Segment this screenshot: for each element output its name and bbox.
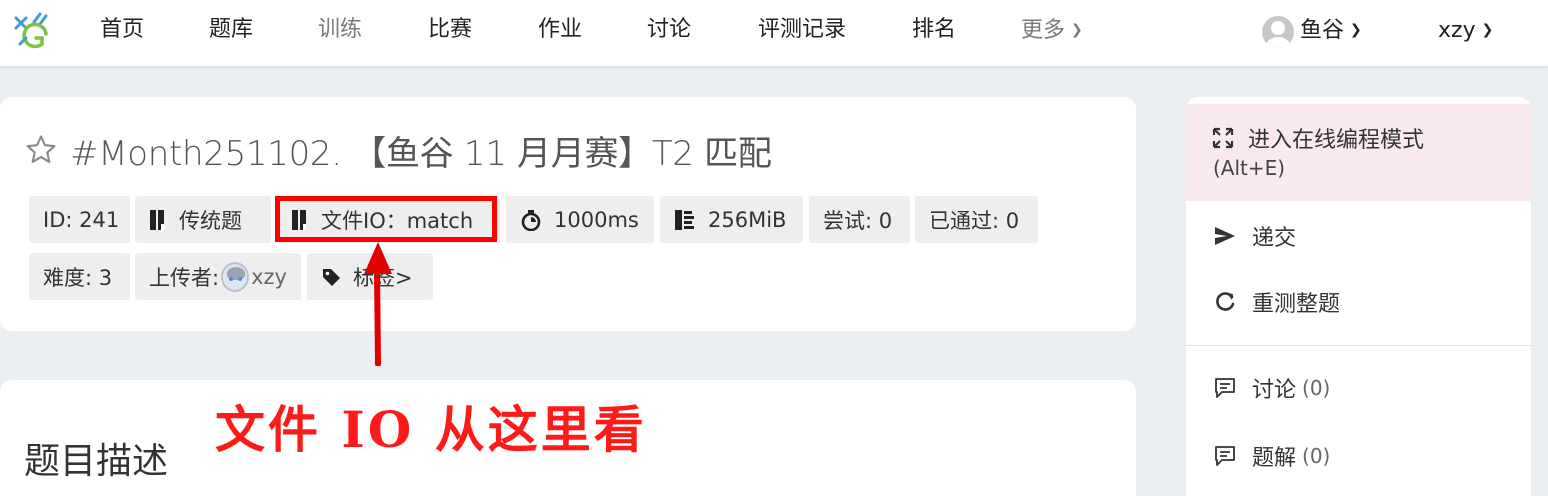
nav-ranking[interactable]: 排名 bbox=[912, 16, 956, 44]
tag-time-limit-text: 1000ms bbox=[554, 207, 639, 232]
sidebar-solution[interactable]: 题解 (0) bbox=[1186, 440, 1531, 472]
comment-icon bbox=[1212, 445, 1238, 467]
tag-accepted: 已通过: 0 bbox=[915, 196, 1038, 243]
expand-icon bbox=[1212, 127, 1234, 149]
tag-tried-text: 尝试: 0 bbox=[823, 208, 893, 233]
nav-discussion[interactable]: 讨论 bbox=[647, 16, 691, 44]
arrow-up-icon bbox=[364, 242, 392, 366]
sidebar-discussion[interactable]: 讨论 (0) bbox=[1186, 372, 1531, 404]
nav-training[interactable]: 训练 bbox=[318, 16, 362, 44]
tag-problem-type-text: 传统题 bbox=[179, 208, 242, 233]
sidebar-discussion-count: (0) bbox=[1302, 376, 1331, 400]
tag-uploader[interactable]: 上传者: xzy bbox=[135, 253, 301, 300]
nav-home[interactable]: 首页 bbox=[100, 16, 144, 44]
tag-difficulty-text: 难度: 3 bbox=[43, 265, 113, 290]
tag-uploader-name: xzy bbox=[251, 264, 287, 289]
sidebar-solution-label: 题解 bbox=[1252, 446, 1297, 471]
refresh-icon bbox=[1212, 291, 1238, 313]
tag-problem-id: ID: 241 bbox=[29, 196, 130, 243]
tag-tried: 尝试: 0 bbox=[809, 196, 910, 243]
stopwatch-icon bbox=[520, 209, 542, 231]
nav-problem-set[interactable]: 题库 bbox=[209, 16, 253, 44]
tag-memory-limit-text: 256MiB bbox=[708, 207, 787, 232]
sidebar-discussion-label: 讨论 bbox=[1252, 378, 1297, 403]
username-label: xzy bbox=[1438, 18, 1476, 43]
tag-difficulty: 难度: 3 bbox=[29, 253, 130, 300]
memory-icon bbox=[674, 209, 696, 231]
domain-switcher-dropdown[interactable]: 鱼谷 ❯ bbox=[1300, 16, 1362, 45]
tag-problem-type[interactable]: 传统题 bbox=[135, 196, 271, 243]
send-icon bbox=[1212, 226, 1238, 246]
chevron-down-icon: ❯ bbox=[1481, 22, 1494, 38]
comment-icon bbox=[1212, 377, 1238, 399]
section-title-description: 题目描述 bbox=[24, 441, 169, 482]
problem-title: #Month251102. 【鱼谷 11 月月赛】T2 匹配 bbox=[70, 133, 772, 174]
user-menu-dropdown[interactable]: xzy ❯ bbox=[1438, 16, 1493, 45]
sidebar-online-mode-shortcut: (Alt+E) bbox=[1213, 156, 1286, 180]
tag-memory-limit: 256MiB bbox=[660, 196, 803, 243]
nav-records[interactable]: 评测记录 bbox=[758, 16, 846, 44]
uploader-avatar bbox=[221, 261, 250, 292]
highlight-box bbox=[275, 196, 497, 242]
annotation-text: 文件 IO 从这里看 bbox=[215, 400, 647, 459]
sidebar-submit-label: 递交 bbox=[1252, 226, 1297, 251]
site-logo-icon[interactable] bbox=[12, 8, 56, 52]
tag-accepted-text: 已通过: 0 bbox=[929, 208, 1020, 233]
tag-time-limit: 1000ms bbox=[506, 196, 654, 243]
sidebar-submit[interactable]: 递交 bbox=[1186, 220, 1531, 252]
tag-uploader-prefix: 上传者: bbox=[149, 265, 220, 290]
top-navigation-bar: 首页 题库 训练 比赛 作业 讨论 评测记录 排名 更多 ❯ 鱼谷 ❯ xzy ❯ bbox=[0, 0, 1548, 66]
tag-problem-id-text: ID: 241 bbox=[43, 207, 120, 232]
sidebar-online-mode[interactable]: 进入在线编程模式 (Alt+E) bbox=[1186, 122, 1531, 180]
sidebar-divider bbox=[1186, 345, 1531, 346]
book-icon bbox=[149, 209, 167, 231]
sidebar-online-mode-label: 进入在线编程模式 bbox=[1248, 128, 1425, 153]
domain-label: 鱼谷 bbox=[1300, 18, 1345, 43]
chevron-down-icon: ❯ bbox=[1071, 22, 1083, 38]
sidebar-solution-count: (0) bbox=[1302, 444, 1331, 468]
nav-homework[interactable]: 作业 bbox=[538, 16, 582, 44]
sidebar-rejudge[interactable]: 重测整题 bbox=[1186, 286, 1531, 318]
nav-more-dropdown[interactable]: 更多 ❯ bbox=[1021, 16, 1083, 45]
nav-more-label: 更多 bbox=[1021, 18, 1066, 43]
chevron-down-icon: ❯ bbox=[1350, 22, 1362, 38]
star-icon[interactable] bbox=[24, 133, 58, 167]
problem-title-row: #Month251102. 【鱼谷 11 月月赛】T2 匹配 bbox=[24, 128, 772, 174]
tag-icon bbox=[321, 267, 341, 287]
domain-avatar[interactable] bbox=[1262, 16, 1294, 48]
sidebar-rejudge-label: 重测整题 bbox=[1252, 292, 1341, 317]
nav-contest[interactable]: 比赛 bbox=[428, 16, 472, 44]
